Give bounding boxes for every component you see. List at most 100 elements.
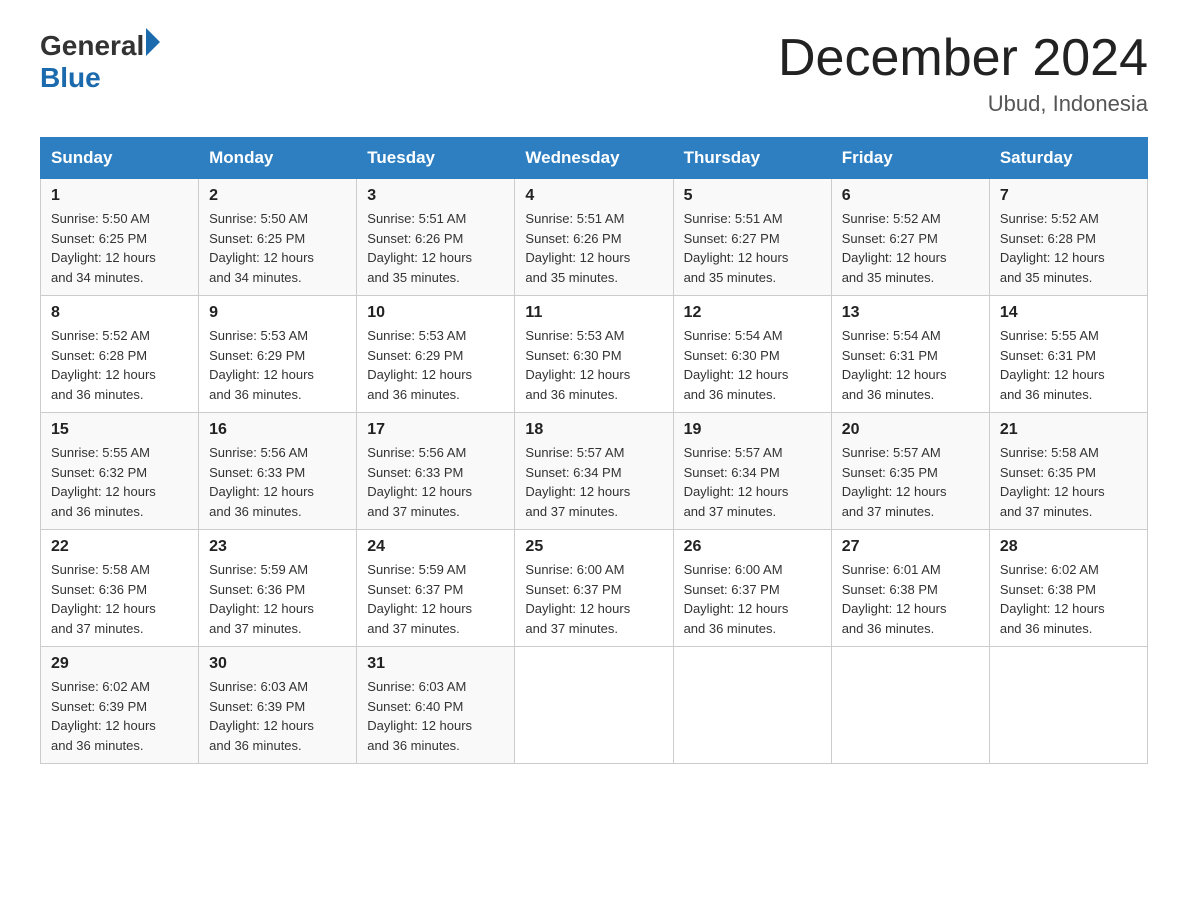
calendar-cell: 28 Sunrise: 6:02 AMSunset: 6:38 PMDayligh… xyxy=(989,530,1147,647)
calendar-cell: 8 Sunrise: 5:52 AMSunset: 6:28 PMDaylight… xyxy=(41,296,199,413)
header-row: SundayMondayTuesdayWednesdayThursdayFrid… xyxy=(41,138,1148,179)
day-info: Sunrise: 6:03 AMSunset: 6:40 PMDaylight:… xyxy=(367,677,504,755)
day-info: Sunrise: 5:57 AMSunset: 6:34 PMDaylight:… xyxy=(525,443,662,521)
day-info: Sunrise: 5:51 AMSunset: 6:26 PMDaylight:… xyxy=(367,209,504,287)
day-number: 31 xyxy=(367,655,504,673)
day-number: 2 xyxy=(209,187,346,205)
day-number: 5 xyxy=(684,187,821,205)
day-number: 3 xyxy=(367,187,504,205)
calendar-cell: 30 Sunrise: 6:03 AMSunset: 6:39 PMDayligh… xyxy=(199,647,357,764)
day-number: 27 xyxy=(842,538,979,556)
day-info: Sunrise: 5:59 AMSunset: 6:37 PMDaylight:… xyxy=(367,560,504,638)
day-info: Sunrise: 6:00 AMSunset: 6:37 PMDaylight:… xyxy=(525,560,662,638)
day-number: 11 xyxy=(525,304,662,322)
day-info: Sunrise: 5:52 AMSunset: 6:27 PMDaylight:… xyxy=(842,209,979,287)
week-row-2: 8 Sunrise: 5:52 AMSunset: 6:28 PMDaylight… xyxy=(41,296,1148,413)
header-thursday: Thursday xyxy=(673,138,831,179)
day-info: Sunrise: 5:50 AMSunset: 6:25 PMDaylight:… xyxy=(51,209,188,287)
calendar-cell: 9Sunrise: 5:53 AMSunset: 6:29 PMDaylight… xyxy=(199,296,357,413)
calendar-cell: 12 Sunrise: 5:54 AMSunset: 6:30 PMDayligh… xyxy=(673,296,831,413)
calendar-cell: 11 Sunrise: 5:53 AMSunset: 6:30 PMDayligh… xyxy=(515,296,673,413)
calendar-cell: 25 Sunrise: 6:00 AMSunset: 6:37 PMDayligh… xyxy=(515,530,673,647)
day-info: Sunrise: 5:55 AMSunset: 6:31 PMDaylight:… xyxy=(1000,326,1137,404)
day-info: Sunrise: 5:57 AMSunset: 6:34 PMDaylight:… xyxy=(684,443,821,521)
day-info: Sunrise: 5:58 AMSunset: 6:35 PMDaylight:… xyxy=(1000,443,1137,521)
logo: General Blue xyxy=(40,30,160,94)
calendar-cell: 14 Sunrise: 5:55 AMSunset: 6:31 PMDayligh… xyxy=(989,296,1147,413)
day-number: 25 xyxy=(525,538,662,556)
header-friday: Friday xyxy=(831,138,989,179)
calendar-cell: 19 Sunrise: 5:57 AMSunset: 6:34 PMDayligh… xyxy=(673,413,831,530)
calendar-table: SundayMondayTuesdayWednesdayThursdayFrid… xyxy=(40,137,1148,764)
location-label: Ubud, Indonesia xyxy=(778,91,1148,117)
calendar-cell: 6Sunrise: 5:52 AMSunset: 6:27 PMDaylight… xyxy=(831,179,989,296)
day-number: 21 xyxy=(1000,421,1137,439)
day-number: 30 xyxy=(209,655,346,673)
calendar-cell: 1 Sunrise: 5:50 AMSunset: 6:25 PMDaylight… xyxy=(41,179,199,296)
day-info: Sunrise: 5:52 AMSunset: 6:28 PMDaylight:… xyxy=(51,326,188,404)
day-info: Sunrise: 5:54 AMSunset: 6:30 PMDaylight:… xyxy=(684,326,821,404)
calendar-cell: 26Sunrise: 6:00 AMSunset: 6:37 PMDayligh… xyxy=(673,530,831,647)
day-info: Sunrise: 5:53 AMSunset: 6:30 PMDaylight:… xyxy=(525,326,662,404)
month-title: December 2024 xyxy=(778,30,1148,87)
calendar-cell: 2 Sunrise: 5:50 AMSunset: 6:25 PMDaylight… xyxy=(199,179,357,296)
header-tuesday: Tuesday xyxy=(357,138,515,179)
calendar-cell: 31 Sunrise: 6:03 AMSunset: 6:40 PMDayligh… xyxy=(357,647,515,764)
calendar-cell: 15Sunrise: 5:55 AMSunset: 6:32 PMDayligh… xyxy=(41,413,199,530)
logo-general-text: General xyxy=(40,30,144,62)
day-info: Sunrise: 5:52 AMSunset: 6:28 PMDaylight:… xyxy=(1000,209,1137,287)
day-info: Sunrise: 6:02 AMSunset: 6:38 PMDaylight:… xyxy=(1000,560,1137,638)
calendar-cell: 3 Sunrise: 5:51 AMSunset: 6:26 PMDaylight… xyxy=(357,179,515,296)
day-info: Sunrise: 5:51 AMSunset: 6:26 PMDaylight:… xyxy=(525,209,662,287)
logo-blue-text: Blue xyxy=(40,62,101,94)
week-row-5: 29 Sunrise: 6:02 AMSunset: 6:39 PMDayligh… xyxy=(41,647,1148,764)
week-row-4: 22 Sunrise: 5:58 AMSunset: 6:36 PMDayligh… xyxy=(41,530,1148,647)
day-info: Sunrise: 5:59 AMSunset: 6:36 PMDaylight:… xyxy=(209,560,346,638)
calendar-cell: 16Sunrise: 5:56 AMSunset: 6:33 PMDayligh… xyxy=(199,413,357,530)
day-number: 1 xyxy=(51,187,188,205)
day-info: Sunrise: 6:02 AMSunset: 6:39 PMDaylight:… xyxy=(51,677,188,755)
calendar-cell: 5Sunrise: 5:51 AMSunset: 6:27 PMDaylight… xyxy=(673,179,831,296)
day-info: Sunrise: 5:53 AMSunset: 6:29 PMDaylight:… xyxy=(209,326,346,404)
calendar-header: SundayMondayTuesdayWednesdayThursdayFrid… xyxy=(41,138,1148,179)
day-info: Sunrise: 5:58 AMSunset: 6:36 PMDaylight:… xyxy=(51,560,188,638)
day-number: 14 xyxy=(1000,304,1137,322)
week-row-1: 1 Sunrise: 5:50 AMSunset: 6:25 PMDaylight… xyxy=(41,179,1148,296)
calendar-cell: 27 Sunrise: 6:01 AMSunset: 6:38 PMDayligh… xyxy=(831,530,989,647)
day-number: 12 xyxy=(684,304,821,322)
day-number: 23 xyxy=(209,538,346,556)
day-info: Sunrise: 5:53 AMSunset: 6:29 PMDaylight:… xyxy=(367,326,504,404)
calendar-cell: 18 Sunrise: 5:57 AMSunset: 6:34 PMDayligh… xyxy=(515,413,673,530)
calendar-cell xyxy=(673,647,831,764)
day-number: 22 xyxy=(51,538,188,556)
day-info: Sunrise: 5:56 AMSunset: 6:33 PMDaylight:… xyxy=(367,443,504,521)
calendar-cell: 17 Sunrise: 5:56 AMSunset: 6:33 PMDayligh… xyxy=(357,413,515,530)
day-number: 19 xyxy=(684,421,821,439)
title-area: December 2024 Ubud, Indonesia xyxy=(778,30,1148,117)
day-number: 18 xyxy=(525,421,662,439)
day-info: Sunrise: 6:00 AMSunset: 6:37 PMDaylight:… xyxy=(684,560,821,638)
day-number: 15 xyxy=(51,421,188,439)
day-number: 28 xyxy=(1000,538,1137,556)
calendar-cell xyxy=(831,647,989,764)
calendar-cell: 4Sunrise: 5:51 AMSunset: 6:26 PMDaylight… xyxy=(515,179,673,296)
day-info: Sunrise: 6:01 AMSunset: 6:38 PMDaylight:… xyxy=(842,560,979,638)
day-number: 29 xyxy=(51,655,188,673)
page-header: General Blue December 2024 Ubud, Indones… xyxy=(40,30,1148,117)
header-wednesday: Wednesday xyxy=(515,138,673,179)
day-info: Sunrise: 5:56 AMSunset: 6:33 PMDaylight:… xyxy=(209,443,346,521)
calendar-cell: 7Sunrise: 5:52 AMSunset: 6:28 PMDaylight… xyxy=(989,179,1147,296)
day-number: 10 xyxy=(367,304,504,322)
header-saturday: Saturday xyxy=(989,138,1147,179)
day-info: Sunrise: 5:50 AMSunset: 6:25 PMDaylight:… xyxy=(209,209,346,287)
calendar-cell: 20Sunrise: 5:57 AMSunset: 6:35 PMDayligh… xyxy=(831,413,989,530)
day-number: 8 xyxy=(51,304,188,322)
day-number: 13 xyxy=(842,304,979,322)
day-number: 17 xyxy=(367,421,504,439)
day-info: Sunrise: 6:03 AMSunset: 6:39 PMDaylight:… xyxy=(209,677,346,755)
calendar-cell: 13Sunrise: 5:54 AMSunset: 6:31 PMDayligh… xyxy=(831,296,989,413)
calendar-cell: 21 Sunrise: 5:58 AMSunset: 6:35 PMDayligh… xyxy=(989,413,1147,530)
week-row-3: 15Sunrise: 5:55 AMSunset: 6:32 PMDayligh… xyxy=(41,413,1148,530)
day-number: 20 xyxy=(842,421,979,439)
day-number: 24 xyxy=(367,538,504,556)
